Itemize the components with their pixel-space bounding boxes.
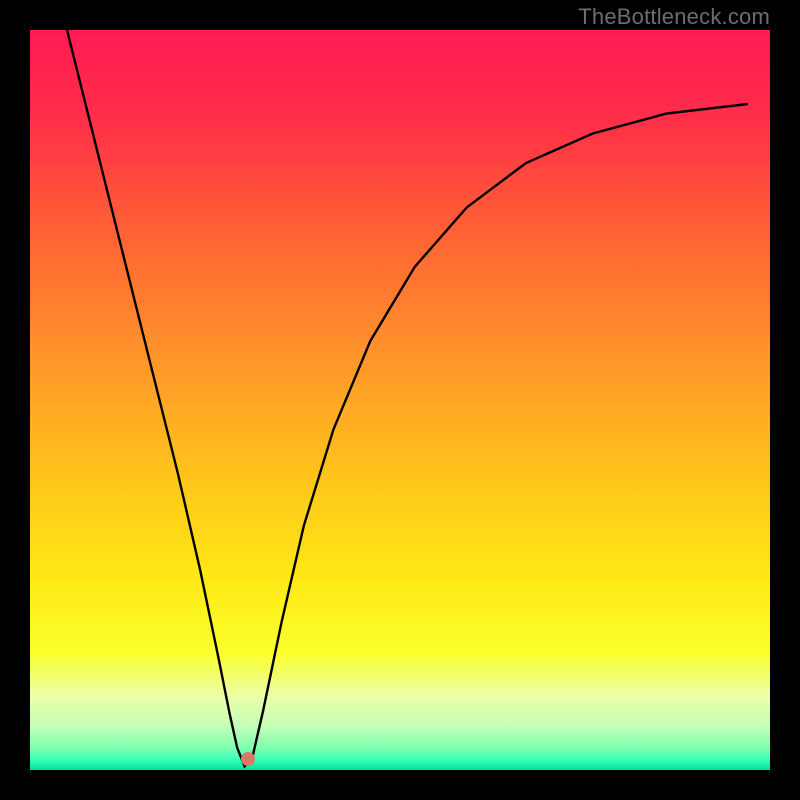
plot-area [30,30,770,770]
chart-frame: TheBottleneck.com [0,0,800,800]
attribution-label: TheBottleneck.com [578,4,770,30]
bottleneck-curve [30,30,770,770]
optimal-point-marker [241,752,255,766]
